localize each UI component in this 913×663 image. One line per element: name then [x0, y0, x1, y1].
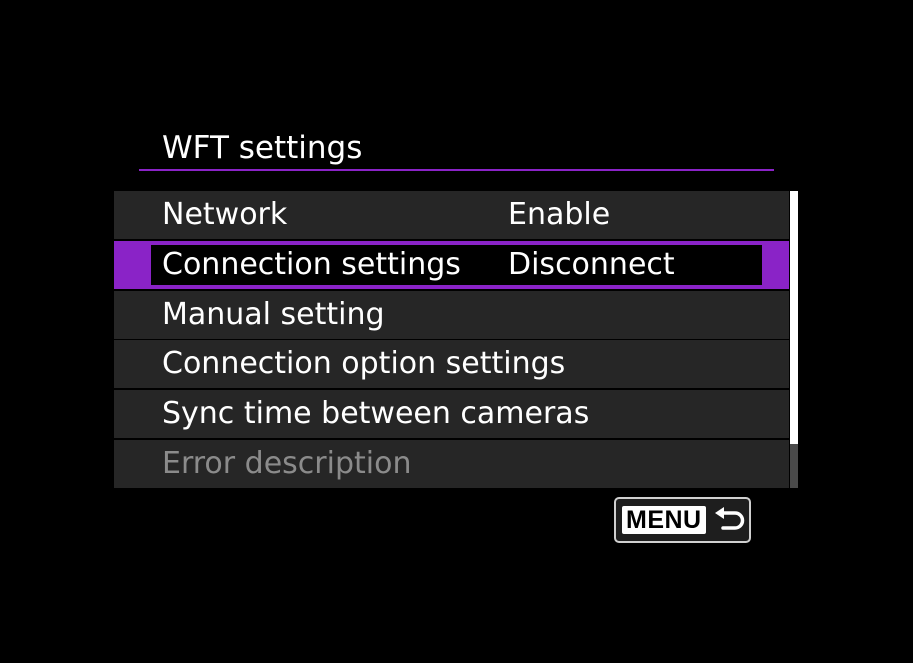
menu-item-connection-settings[interactable]: Connection settings Disconnect	[114, 240, 789, 289]
menu-back-button[interactable]: MENU	[614, 497, 751, 543]
menu-item-label: Error description	[162, 445, 412, 481]
scrollbar[interactable]	[790, 191, 798, 488]
menu-item-connection-option-settings[interactable]: Connection option settings	[114, 340, 789, 389]
menu-item-manual-setting[interactable]: Manual setting	[114, 290, 789, 339]
return-arrow-icon	[715, 507, 745, 530]
menu-item-label: Network	[162, 197, 288, 232]
menu-item-label: Connection settings	[162, 246, 461, 282]
menu-item-sync-time[interactable]: Sync time between cameras	[114, 390, 789, 439]
page-title: WFT settings	[162, 130, 363, 166]
menu-item-network[interactable]: Network Enable	[114, 191, 789, 239]
menu-item-label: Manual setting	[162, 296, 385, 332]
menu-item-value: Enable	[508, 197, 611, 232]
scrollbar-thumb[interactable]	[790, 191, 798, 444]
menu-item-error-description: Error description	[114, 439, 789, 488]
menu-item-label: Sync time between cameras	[162, 396, 590, 432]
title-divider	[139, 169, 774, 171]
menu-item-value: Disconnect	[508, 246, 675, 282]
menu-button-label: MENU	[622, 506, 706, 534]
menu-item-label: Connection option settings	[162, 346, 566, 382]
settings-menu-list: Network Enable Connection settings Disco…	[114, 191, 789, 488]
